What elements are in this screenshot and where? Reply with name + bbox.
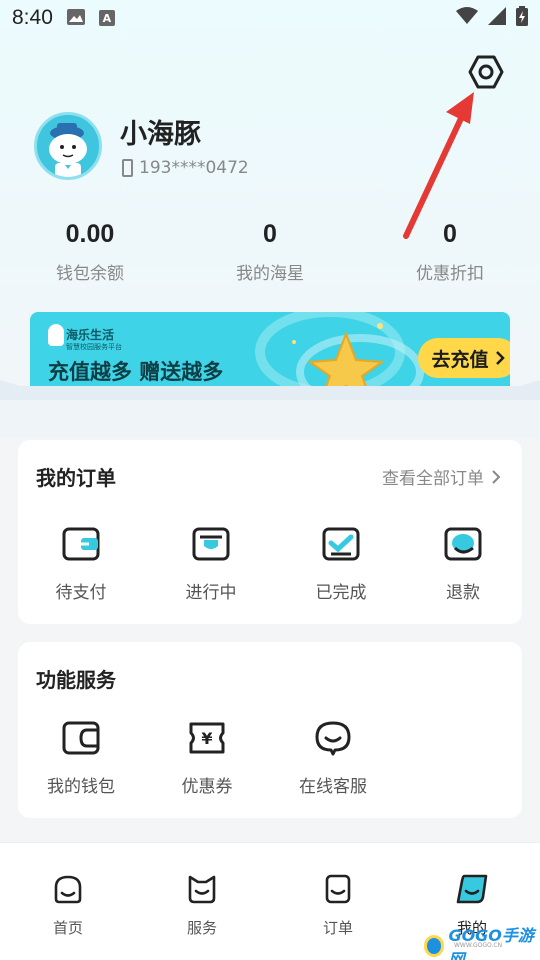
chevron-right-icon — [495, 351, 505, 365]
services-title: 功能服务 — [36, 668, 116, 692]
profile-icon — [456, 874, 488, 904]
user-name: 小海豚 — [120, 119, 201, 150]
chevron-right-icon — [492, 469, 500, 484]
banner-brand-sub: 智慧校园服务平台 — [66, 343, 122, 351]
view-all-orders-link[interactable]: 查看全部订单 — [382, 464, 500, 489]
service-item-label: 在线客服 — [299, 777, 367, 797]
signal-icon — [488, 6, 506, 30]
order-pending-payment[interactable]: 待支付 — [26, 526, 136, 603]
coupon-icon: ¥ — [189, 722, 225, 754]
watermark-text: GOGO手游网 — [448, 926, 534, 960]
nav-service[interactable]: 服务 — [162, 873, 242, 938]
wallet-icon — [62, 721, 100, 755]
service-item-label: 优惠券 — [181, 777, 233, 797]
refund-icon — [444, 527, 482, 561]
nav-order[interactable]: 订单 — [298, 873, 378, 938]
stat-wallet-balance[interactable]: 0.00 钱包余额 — [20, 220, 160, 284]
stat-label: 钱包余额 — [56, 264, 124, 284]
recharge-button[interactable]: 去充值 — [418, 338, 510, 378]
service-icon — [188, 875, 216, 904]
stat-discount[interactable]: 0 优惠折扣 — [380, 220, 520, 284]
watermark-sub: WWW.GOGO.CN — [454, 942, 503, 949]
order-item-label: 退款 — [446, 583, 480, 603]
status-bar: 8:40 A — [0, 0, 540, 36]
order-item-label: 待支付 — [55, 583, 107, 603]
stat-value: 0 — [443, 220, 457, 248]
settings-button[interactable] — [466, 52, 506, 92]
status-time: 8:40 — [12, 6, 53, 29]
service-coupon[interactable]: ¥ 优惠券 — [152, 720, 262, 797]
brand-logo-icon — [48, 324, 64, 346]
recharge-button-label: 去充值 — [431, 348, 489, 371]
order-completed[interactable]: 已完成 — [286, 526, 396, 603]
completed-check-icon — [322, 527, 360, 561]
dolphin-avatar-icon — [37, 115, 99, 177]
in-progress-icon — [192, 527, 230, 561]
stat-my-starfish[interactable]: 0 我的海星 — [200, 220, 340, 284]
avatar[interactable] — [34, 112, 102, 180]
order-refund[interactable]: 退款 — [408, 526, 518, 603]
view-all-orders-label: 查看全部订单 — [382, 469, 484, 489]
nav-label: 服务 — [186, 919, 217, 937]
phone-number: 193****0472 — [139, 158, 249, 178]
settings-hexagon-icon — [468, 55, 504, 89]
order-item-label: 已完成 — [315, 583, 367, 603]
home-icon — [54, 875, 82, 904]
banner-shelf — [0, 380, 540, 438]
notification-a-icon: A — [98, 10, 115, 26]
stat-value: 0 — [263, 220, 277, 248]
order-item-label: 进行中 — [185, 583, 237, 603]
order-in-progress[interactable]: 进行中 — [156, 526, 266, 603]
watermark-circle-icon — [424, 935, 445, 957]
battery-icon — [516, 5, 528, 31]
phone-row: 193****0472 — [122, 158, 249, 178]
service-online-support[interactable]: 在线客服 — [278, 720, 388, 797]
svg-text:¥: ¥ — [201, 729, 212, 748]
order-icon — [325, 874, 351, 904]
stat-value: 0.00 — [65, 220, 115, 248]
orders-title: 我的订单 — [36, 466, 116, 490]
wifi-icon — [456, 6, 478, 30]
phone-icon — [122, 159, 133, 177]
wallet-pay-icon — [62, 527, 100, 561]
orders-card: 我的订单 查看全部订单 待支付 进行中 已完成 退款 — [18, 440, 522, 624]
watermark-logo: GOGO手游网 WWW.GOGO.CN — [424, 922, 540, 960]
stat-label: 优惠折扣 — [416, 264, 484, 284]
stat-label: 我的海星 — [236, 264, 304, 284]
service-my-wallet[interactable]: 我的钱包 — [26, 720, 136, 797]
nav-label: 订单 — [322, 919, 353, 937]
customer-service-icon — [315, 721, 351, 756]
services-card: 功能服务 我的钱包 ¥ 优惠券 在线客服 — [18, 642, 522, 818]
service-item-label: 我的钱包 — [47, 777, 115, 797]
nav-home[interactable]: 首页 — [28, 873, 108, 938]
banner-brand: 海乐生活 — [66, 328, 115, 342]
nav-label: 首页 — [52, 919, 83, 937]
gallery-icon — [66, 6, 85, 30]
